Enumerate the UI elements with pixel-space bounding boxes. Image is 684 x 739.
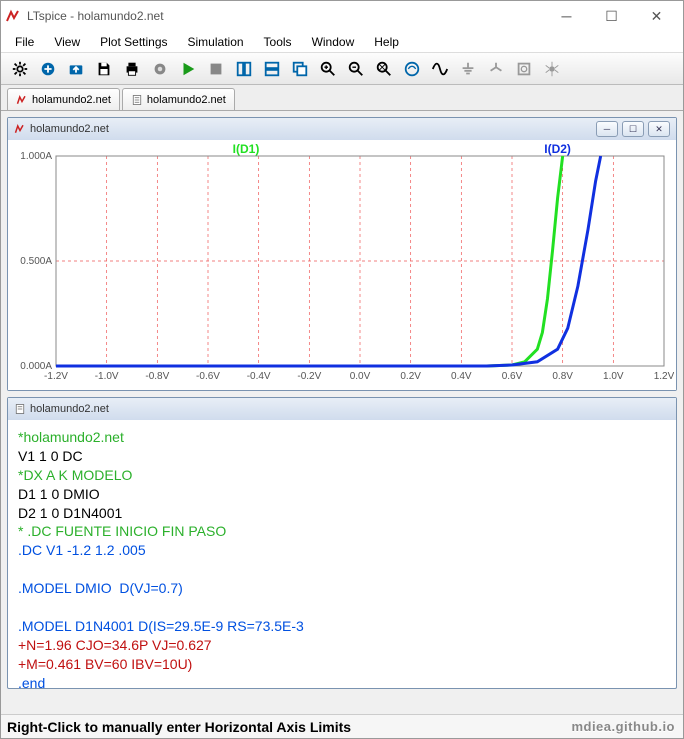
waveform-icon	[14, 123, 26, 135]
trace-label[interactable]: I(D1)	[233, 142, 260, 156]
menu-help[interactable]: Help	[364, 35, 409, 49]
netlist-line: *DX A K MODELO	[18, 466, 666, 485]
netlist-line: +M=0.461 BV=60 IBV=10U)	[18, 655, 666, 674]
window-title: LTspice - holamundo2.net	[27, 9, 544, 23]
panel-close-button[interactable]: ✕	[648, 121, 670, 137]
menu-file[interactable]: File	[5, 35, 44, 49]
close-button[interactable]: ✕	[634, 2, 679, 30]
component-icon[interactable]	[511, 57, 537, 81]
x-tick-label: 0.2V	[400, 371, 421, 382]
plot-panel-header[interactable]: holamundo2.net ─ ☐ ✕	[8, 118, 676, 140]
new-icon[interactable]	[35, 57, 61, 81]
netlist-text[interactable]: *holamundo2.netV1 1 0 DC*DX A K MODELOD1…	[8, 420, 676, 688]
panel-minimize-button[interactable]: ─	[596, 121, 618, 137]
statusbar: Right-Click to manually enter Horizontal…	[1, 714, 683, 738]
zoom-out-icon[interactable]	[343, 57, 369, 81]
ant-icon[interactable]	[539, 57, 565, 81]
mdi-area: holamundo2.net ─ ☐ ✕ 1.000A0.500A0.000A-…	[1, 111, 683, 701]
trace-label[interactable]: I(D2)	[544, 142, 571, 156]
netlist-line: D1 1 0 DMIO	[18, 485, 666, 504]
tab-waveform[interactable]: holamundo2.net	[7, 88, 120, 110]
tab-label: holamundo2.net	[32, 94, 111, 106]
x-tick-label: -0.6V	[196, 371, 220, 382]
stack-icon[interactable]	[259, 57, 285, 81]
plot-panel: holamundo2.net ─ ☐ ✕ 1.000A0.500A0.000A-…	[7, 117, 677, 391]
x-tick-label: -1.2V	[44, 371, 68, 382]
ground-icon[interactable]	[455, 57, 481, 81]
doc-icon	[14, 403, 26, 415]
tile-icon[interactable]	[231, 57, 257, 81]
stop-icon[interactable]	[203, 57, 229, 81]
autoscale-icon[interactable]	[399, 57, 425, 81]
plot-panel-title: holamundo2.net	[30, 123, 109, 135]
menu-view[interactable]: View	[44, 35, 90, 49]
x-tick-label: -0.2V	[297, 371, 321, 382]
x-tick-label: 0.4V	[451, 371, 472, 382]
watermark: mdiea.github.io	[571, 719, 675, 734]
x-tick-label: 0.6V	[502, 371, 523, 382]
status-hint: Right-Click to manually enter Horizontal…	[7, 719, 351, 735]
titlebar: LTspice - holamundo2.net ─ ☐ ✕	[1, 1, 683, 31]
waveform-icon	[16, 94, 28, 106]
x-tick-label: 0.0V	[350, 371, 371, 382]
app-icon	[5, 8, 21, 24]
menu-plot-settings[interactable]: Plot Settings	[90, 35, 177, 49]
netlist-line: .end	[18, 674, 666, 688]
netlist-line: .MODEL DMIO D(VJ=0.7)	[18, 579, 666, 598]
netlist-line: +N=1.96 CJO=34.6P VJ=0.627	[18, 636, 666, 655]
x-tick-label: -1.0V	[95, 371, 119, 382]
cascade-icon[interactable]	[287, 57, 313, 81]
netlist-line: *holamundo2.net	[18, 428, 666, 447]
menu-tools[interactable]: Tools	[254, 35, 302, 49]
netlist-line: .DC V1 -1.2 1.2 .005	[18, 541, 666, 560]
netlist-line: * .DC FUENTE INICIO FIN PASO	[18, 522, 666, 541]
y-tick-label: 1.000A	[20, 151, 52, 162]
netlist-line	[18, 560, 666, 579]
print-icon[interactable]	[119, 57, 145, 81]
menu-window[interactable]: Window	[302, 35, 365, 49]
x-tick-label: -0.8V	[145, 371, 169, 382]
netlist-line: V1 1 0 DC	[18, 447, 666, 466]
settings-icon[interactable]	[7, 57, 33, 81]
netlist-line: .MODEL D1N4001 D(IS=29.5E-9 RS=73.5E-3	[18, 617, 666, 636]
x-tick-label: 1.0V	[603, 371, 624, 382]
zoom-fit-icon[interactable]	[371, 57, 397, 81]
netlist-line: D2 1 0 D1N4001	[18, 504, 666, 523]
toolbar	[1, 53, 683, 85]
sine-icon[interactable]	[427, 57, 453, 81]
maximize-button[interactable]: ☐	[589, 2, 634, 30]
chart-area[interactable]: 1.000A0.500A0.000A-1.2V-1.0V-0.8V-0.6V-0…	[8, 140, 676, 390]
run-icon[interactable]	[175, 57, 201, 81]
tab-label: holamundo2.net	[147, 94, 226, 106]
tab-netlist[interactable]: holamundo2.net	[122, 88, 235, 110]
settings2-icon[interactable]	[147, 57, 173, 81]
menu-simulation[interactable]: Simulation	[178, 35, 254, 49]
zoom-in-icon[interactable]	[315, 57, 341, 81]
x-tick-label: -0.4V	[247, 371, 271, 382]
menubar: File View Plot Settings Simulation Tools…	[1, 31, 683, 53]
netlist-panel: holamundo2.net *holamundo2.netV1 1 0 DC*…	[7, 397, 677, 689]
x-tick-label: 1.2V	[654, 371, 674, 382]
open-icon[interactable]	[63, 57, 89, 81]
x-tick-label: 0.8V	[552, 371, 573, 382]
y-tick-label: 0.500A	[20, 256, 52, 267]
netlist-line	[18, 598, 666, 617]
doc-icon	[131, 94, 143, 106]
save-icon[interactable]	[91, 57, 117, 81]
netlist-panel-title: holamundo2.net	[30, 403, 109, 415]
panel-maximize-button[interactable]: ☐	[622, 121, 644, 137]
netlist-panel-header[interactable]: holamundo2.net	[8, 398, 676, 420]
minimize-button[interactable]: ─	[544, 2, 589, 30]
net-icon[interactable]	[483, 57, 509, 81]
document-tabs: holamundo2.net holamundo2.net	[1, 85, 683, 111]
